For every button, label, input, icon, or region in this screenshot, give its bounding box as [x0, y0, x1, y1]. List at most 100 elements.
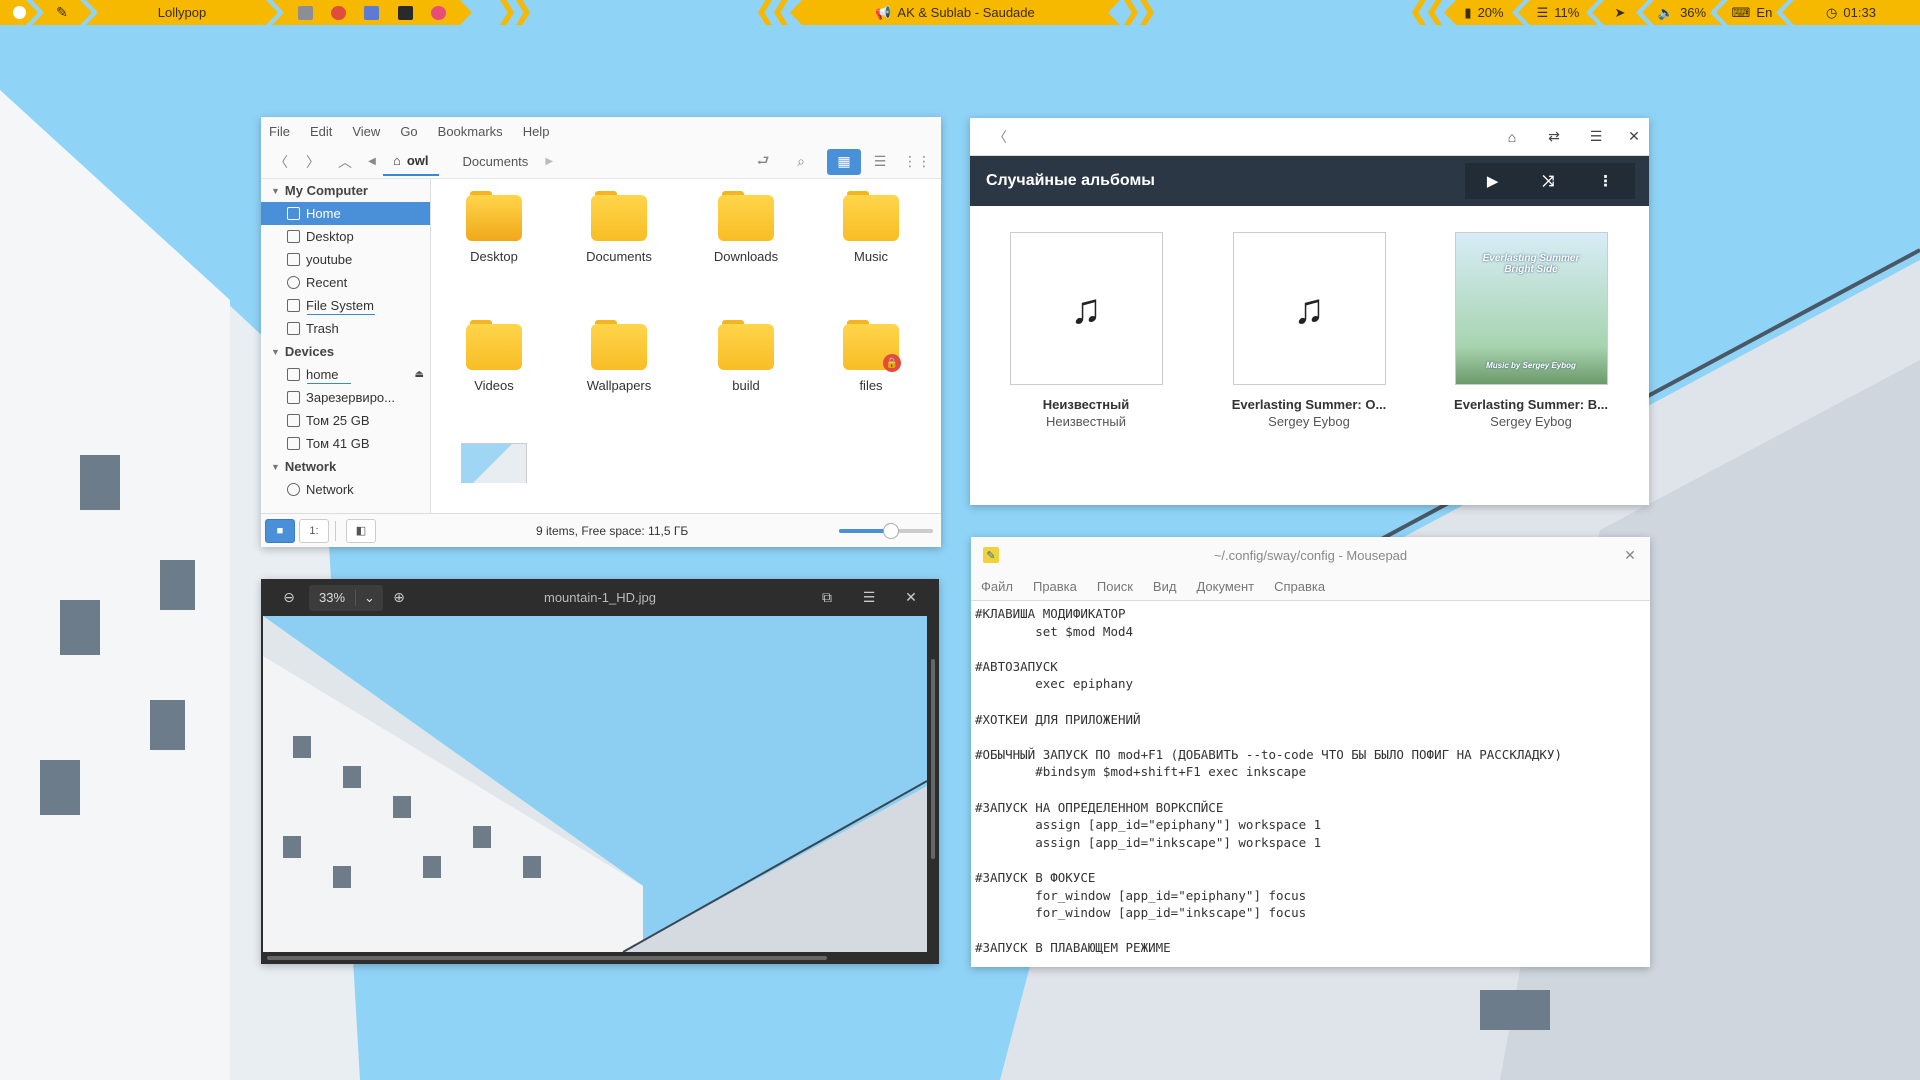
clock[interactable]: ◷ 01:33	[1782, 0, 1920, 25]
zoom-out-icon[interactable]: ⊖	[273, 584, 305, 612]
menu-bookmarks[interactable]: Bookmarks	[438, 124, 503, 139]
settings-tray-icon[interactable]	[431, 6, 446, 20]
breadcrumb-documents[interactable]: Documents	[453, 148, 539, 176]
sidebar-item-volume-25[interactable]: Том 25 GB	[261, 409, 430, 432]
editor-title: ~/.config/sway/config - Mousepad	[1213, 547, 1408, 563]
album-card[interactable]: Everlasting Summer Bright Side Music by S…	[1441, 232, 1621, 429]
section-network[interactable]: ▼ Network	[261, 455, 430, 478]
sidebar-item-label: Зарезервиро...	[306, 390, 395, 405]
shuffle-icon[interactable]: ⤨	[1542, 173, 1554, 190]
forward-button[interactable]: 〉	[297, 148, 329, 176]
file-label: Wallpapers	[586, 378, 652, 393]
keyboard-layout-indicator[interactable]: ⌨ En	[1716, 0, 1788, 25]
eject-icon[interactable]: ⏏	[415, 369, 424, 380]
sidebar-item-home[interactable]: Home	[261, 202, 430, 225]
icon-view-button[interactable]: ▦	[827, 148, 861, 175]
terminal-tray-icon[interactable]	[398, 6, 413, 20]
sidebar-toggle-button[interactable]: ◧	[346, 518, 376, 543]
menu-go[interactable]: Go	[400, 124, 417, 139]
close-icon[interactable]: ✕	[1614, 541, 1646, 569]
file-item[interactable]: Videos	[444, 316, 544, 393]
separator-chevron	[1140, 0, 1154, 25]
active-app-icon-button[interactable]: ✎	[32, 0, 92, 25]
file-item[interactable]: Wallpapers	[569, 316, 669, 393]
menu-file[interactable]: Файл	[981, 579, 1013, 594]
active-window-title[interactable]: Lollypop	[86, 0, 278, 25]
zoom-slider[interactable]	[839, 522, 933, 539]
file-item[interactable]: Documents	[569, 187, 669, 264]
terminal-here-icon[interactable]: ⮐	[747, 148, 779, 176]
editor-text-area[interactable]: #КЛАВИША МОДИФИКАТОР set $mod Mod4 #АВТО…	[971, 601, 1650, 961]
now-playing[interactable]: 📢 AK & Sublab - Saudade	[790, 0, 1120, 25]
launcher-button[interactable]	[0, 0, 38, 25]
cover-title: Everlasting Summer	[1482, 253, 1580, 264]
back-button[interactable]: 〈	[984, 123, 1016, 151]
sidebar-item-home-device[interactable]: home ⏏	[261, 363, 430, 386]
album-card[interactable]: ♫ Неизвестный Неизвестный	[996, 232, 1176, 429]
menu-view[interactable]: Вид	[1153, 579, 1177, 594]
menu-help[interactable]: Справка	[1274, 579, 1325, 594]
menu-search[interactable]: Поиск	[1097, 579, 1133, 594]
search-icon[interactable]: ⌕	[785, 148, 817, 176]
file-item[interactable]: Desktop	[444, 187, 544, 264]
file-item[interactable]: Downloads	[696, 187, 796, 264]
path-right-arrow[interactable]: ▶	[538, 148, 560, 176]
sidebar-item-reserved[interactable]: Зарезервиро...	[261, 386, 430, 409]
places-toggle-button[interactable]: ■	[265, 518, 295, 543]
list-view-button[interactable]: ☰	[864, 148, 896, 176]
sidebar-item-trash[interactable]: Trash	[261, 317, 430, 340]
file-item[interactable]: build	[696, 316, 796, 393]
sidebar-item-youtube[interactable]: youtube	[261, 248, 430, 271]
sidebar-item-recent[interactable]: Recent	[261, 271, 430, 294]
back-button[interactable]: 〈	[265, 148, 297, 176]
compact-view-button[interactable]: ⋮⋮	[901, 148, 933, 176]
sidebar-item-label: Home	[306, 206, 341, 221]
tree-toggle-button[interactable]: 1:	[299, 518, 329, 543]
menu-icon[interactable]: ☰	[1580, 123, 1612, 151]
sidebar-item-file-system[interactable]: File System	[261, 294, 430, 317]
sidebar-item-network[interactable]: Network	[261, 478, 430, 501]
sidebar-item-desktop[interactable]: Desktop	[261, 225, 430, 248]
menu-view[interactable]: View	[352, 124, 380, 139]
chevron-down-icon[interactable]: ⌄	[355, 589, 383, 606]
music-note-icon: ♫	[1009, 232, 1163, 385]
album-card[interactable]: ♫ Everlasting Summer: O... Sergey Eybog	[1219, 232, 1399, 429]
fullscreen-icon[interactable]: ⧉	[811, 584, 843, 612]
file-item[interactable]: 🔒 files	[821, 316, 921, 393]
sidebar-item-volume-41[interactable]: Том 41 GB	[261, 432, 430, 455]
files-tray-icon[interactable]	[298, 6, 313, 20]
code-line: #КЛАВИША МОДИФИКАТОР	[975, 606, 1126, 621]
menu-edit[interactable]: Правка	[1033, 579, 1077, 594]
horizontal-scrollbar[interactable]	[267, 956, 827, 960]
up-button[interactable]: ︿	[329, 148, 361, 176]
section-devices[interactable]: ▼ Devices	[261, 340, 430, 363]
file-item[interactable]: Music	[821, 187, 921, 264]
close-icon[interactable]: ✕	[1618, 123, 1650, 151]
file-item-image[interactable]	[444, 443, 544, 483]
network-indicator[interactable]: ➤	[1592, 0, 1648, 25]
zoom-combo[interactable]: 33% ⌄	[309, 584, 383, 611]
battery-indicator[interactable]: ▮ 20%	[1444, 0, 1524, 25]
volume-indicator[interactable]: 🔈 36%	[1642, 0, 1722, 25]
menu-edit[interactable]: Edit	[310, 124, 332, 139]
zoom-slider-handle[interactable]	[882, 522, 899, 539]
album-title: Неизвестный	[1042, 397, 1130, 412]
flag-tray-icon[interactable]	[364, 6, 379, 20]
shuffle-mode-icon[interactable]: ⇄	[1538, 123, 1570, 151]
menu-help[interactable]: Help	[523, 124, 550, 139]
editor-tray-icon[interactable]	[331, 6, 346, 20]
close-icon[interactable]: ✕	[895, 584, 927, 612]
home-icon[interactable]: ⌂	[1496, 123, 1528, 151]
section-my-computer[interactable]: ▼ My Computer	[261, 179, 430, 202]
breadcrumb-home[interactable]: ⌂ owl	[383, 148, 439, 176]
more-icon[interactable]: ⋮	[1598, 172, 1613, 190]
vertical-scrollbar[interactable]	[931, 659, 935, 859]
brightness-indicator[interactable]: ☰ 11%	[1518, 0, 1598, 25]
play-icon[interactable]: ▶	[1487, 172, 1499, 190]
folder-icon	[843, 187, 899, 243]
menu-file[interactable]: File	[269, 124, 290, 139]
path-left-arrow[interactable]: ◀	[361, 148, 383, 176]
zoom-in-icon[interactable]: ⊕	[383, 584, 415, 612]
menu-icon[interactable]: ☰	[853, 584, 885, 612]
menu-document[interactable]: Документ	[1196, 579, 1254, 594]
